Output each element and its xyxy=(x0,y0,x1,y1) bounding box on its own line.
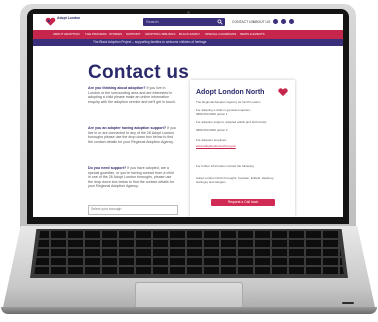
keyboard xyxy=(34,231,344,276)
site-logo-text[interactable]: Adopt London xyxy=(57,16,87,21)
laptop-front-edge xyxy=(1,307,377,314)
facebook-icon[interactable] xyxy=(281,19,286,24)
intro-paragraph-1: Are you thinking about adoption? If you … xyxy=(88,86,176,104)
logo-heart-icon[interactable] xyxy=(45,17,56,27)
borough-select-value: Select your borough xyxy=(91,207,122,211)
paragraph-lead: Do you need support? xyxy=(88,166,127,170)
nav-item-process[interactable]: THE PROCESS xyxy=(85,32,107,36)
search-icon[interactable] xyxy=(217,19,223,25)
search-placeholder: Search xyxy=(146,19,159,24)
request-callback-label: Request a Call back xyxy=(227,200,259,204)
laptop-screen: Adopt London Search CONTACT US ABOUT US … xyxy=(33,14,343,217)
promo-banner-text[interactable]: The Black Adoption Project – supporting … xyxy=(93,40,206,44)
card-website-link[interactable]: www.adoptlondonnorth.org.uk xyxy=(196,144,286,148)
paragraph-lead: Are you an adopter having adoption suppo… xyxy=(88,126,167,130)
instagram-icon[interactable] xyxy=(289,19,294,24)
card-boroughs: Adopt London North boroughs: Camden, Enf… xyxy=(196,176,274,184)
contact-us-link[interactable]: CONTACT US xyxy=(232,20,254,24)
trackpad xyxy=(135,282,243,310)
about-us-link[interactable]: ABOUT US xyxy=(253,20,270,24)
nav-item-stories[interactable]: STORIES xyxy=(109,32,122,36)
nav-item-about-adoption[interactable]: ABOUT ADOPTION xyxy=(53,32,80,36)
intro-paragraph-3: Do you need support? If you have adopted… xyxy=(88,166,176,189)
nav-item-support[interactable]: SUPPORT xyxy=(126,32,140,36)
twitter-icon[interactable] xyxy=(273,19,278,24)
intro-paragraph-2: Are you an adopter having adoption suppo… xyxy=(88,126,176,144)
status-led xyxy=(342,302,354,304)
card-phone[interactable]: 0800 000 0000 option 2 xyxy=(196,128,286,132)
card-title: Adopt London North xyxy=(196,89,265,96)
nav-item-special-guardians[interactable]: SPECIAL GUARDIANS xyxy=(205,32,236,36)
card-phone[interactable]: 0800 000 0000 option 1 xyxy=(196,112,286,116)
nav-item-siblings[interactable]: ADOPTING SIBLINGS xyxy=(145,32,175,36)
card-line: For adoption support, adopted adults and… xyxy=(196,120,268,124)
card-line: The Regional Adoption Agency for North L… xyxy=(196,100,261,104)
page-title: Contact us xyxy=(88,62,190,83)
nav-item-news[interactable]: NEWS & EVENTS xyxy=(240,32,265,36)
card-line: For adopters enquiries: xyxy=(196,138,227,142)
nav-item-black-family[interactable]: BLACK FAMILY xyxy=(179,32,200,36)
card-line: For further information contact the foll… xyxy=(196,164,254,168)
card-logo-icon xyxy=(278,88,288,97)
paragraph-lead: Are you thinking about adoption? xyxy=(88,86,146,90)
